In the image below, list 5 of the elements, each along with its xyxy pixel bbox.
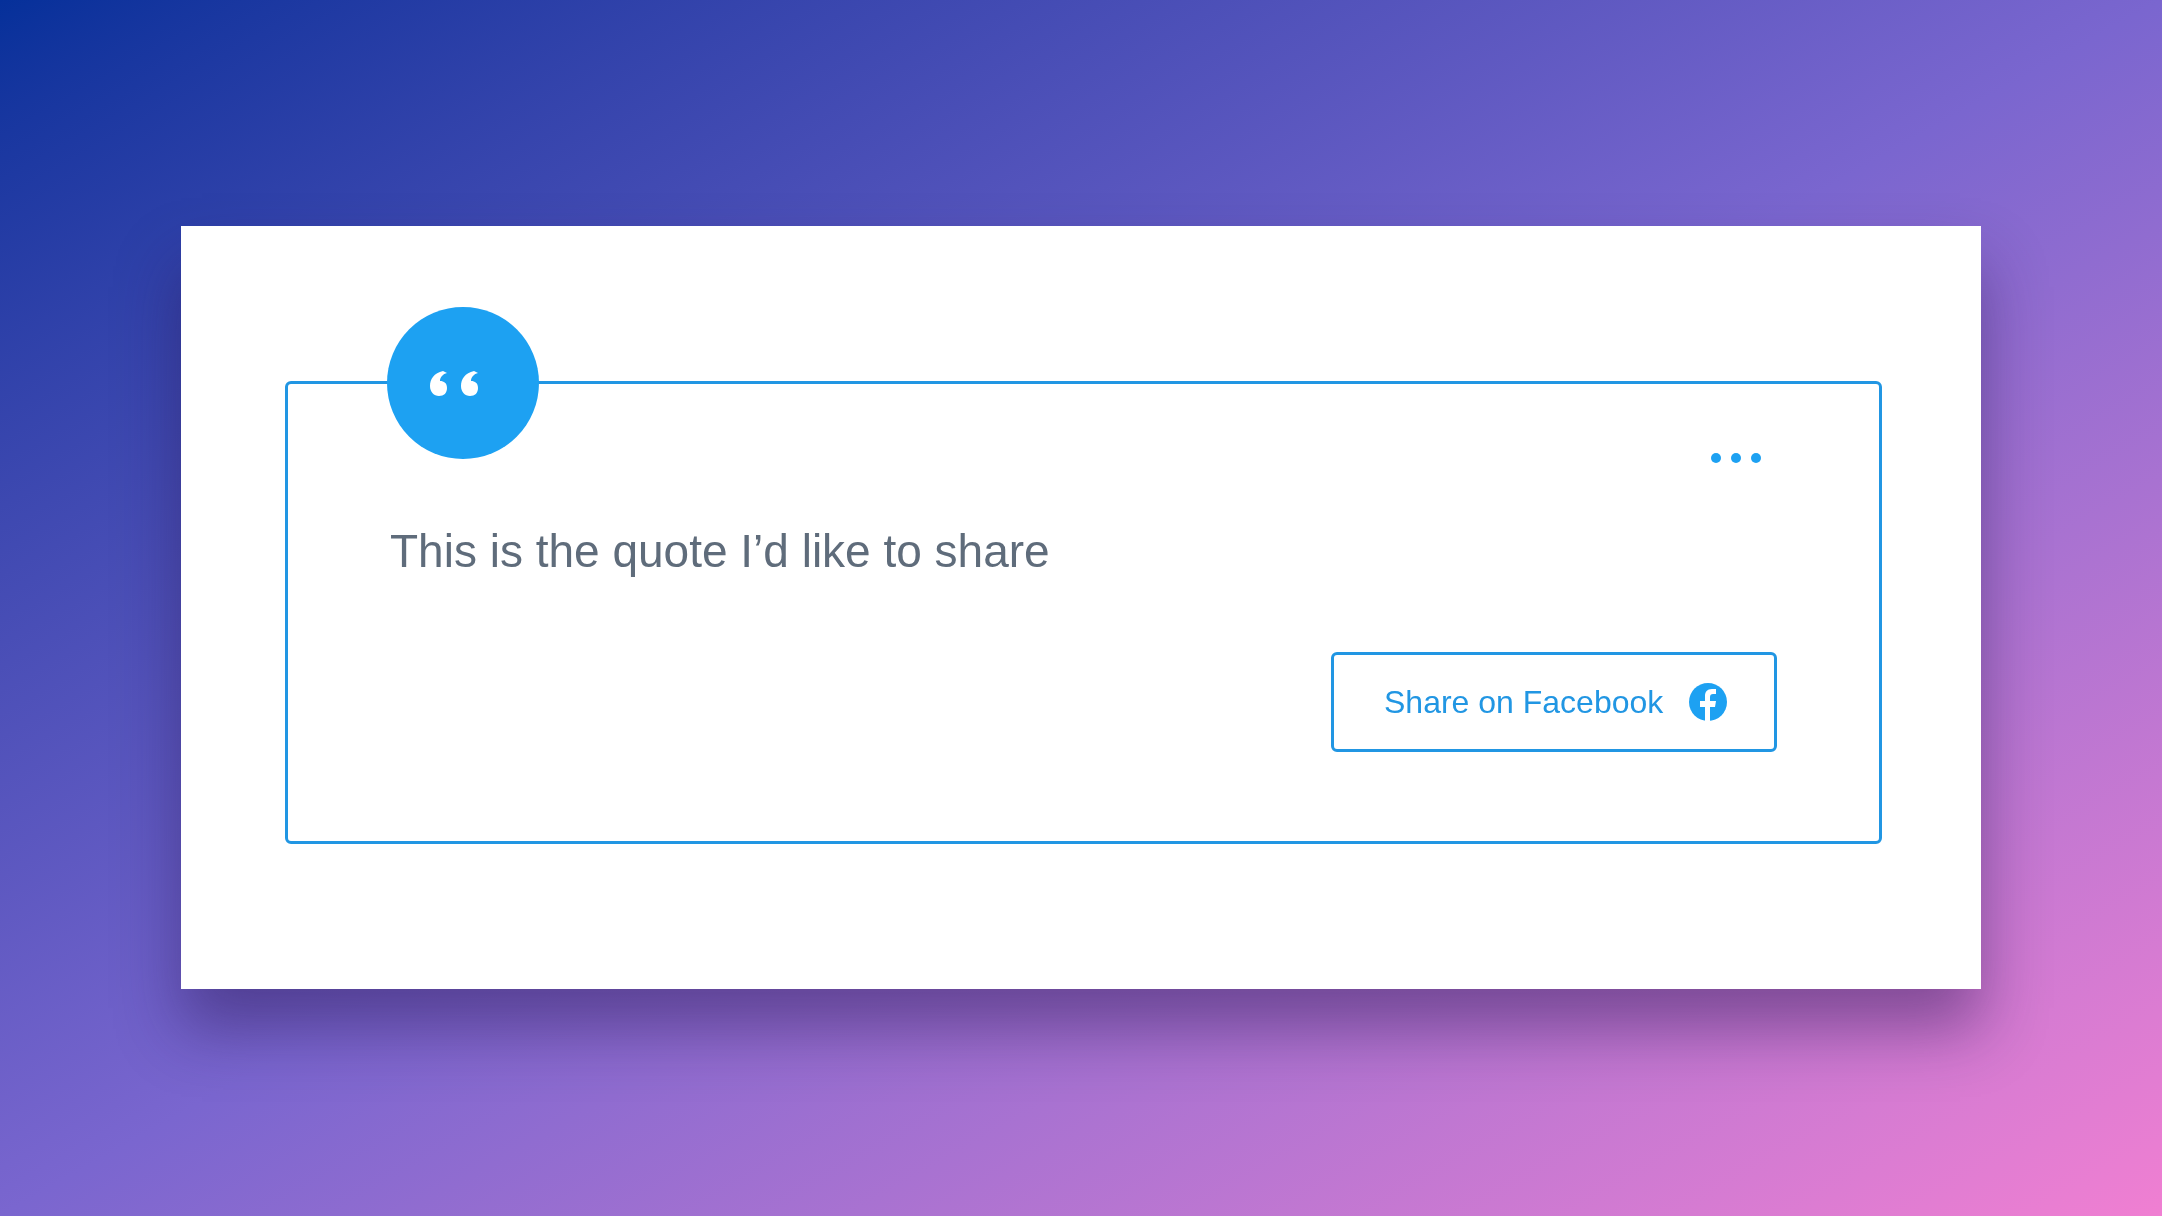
more-icon[interactable]: [1710, 452, 1762, 464]
quote-text: This is the quote I’d like to share: [390, 524, 1050, 579]
facebook-icon: [1689, 683, 1728, 721]
share-button[interactable]: Share on Facebook: [1331, 652, 1777, 752]
quote-icon: [387, 307, 539, 459]
